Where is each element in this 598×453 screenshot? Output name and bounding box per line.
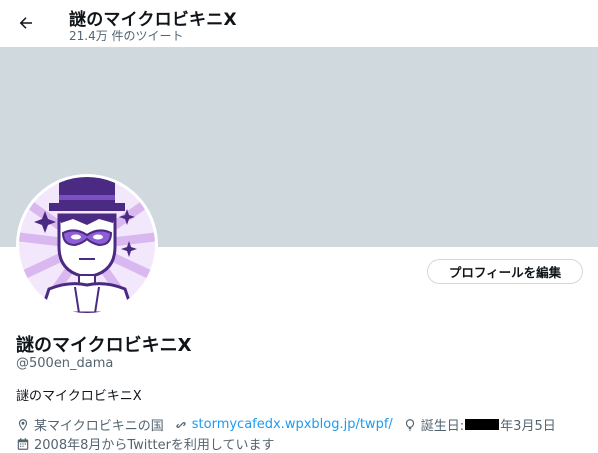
calendar-icon (17, 437, 29, 450)
joined-item: 2008年8月からTwitterを利用しています (16, 434, 275, 453)
location-text: 某マイクロビキニの国 (34, 419, 164, 434)
back-button[interactable] (12, 9, 40, 37)
link-icon (176, 421, 186, 428)
profile-meta-row: 某マイクロビキニの国 stormycafedx.wpxblog.jp/twpf/… (16, 415, 566, 434)
avatar-image (19, 177, 155, 313)
avatar[interactable] (16, 174, 158, 316)
back-arrow-icon (19, 17, 32, 29)
website-item: stormycafedx.wpxblog.jp/twpf/ (174, 417, 393, 432)
redacted-year (465, 419, 500, 430)
joined-text: 2008年8月からTwitterを利用しています (34, 438, 275, 453)
birthday-prefix: 誕生日: (420, 419, 465, 434)
display-name: 謎のマイクロビキニX (16, 335, 192, 356)
user-handle: @500en_dama (16, 356, 114, 371)
website-link[interactable]: stormycafedx.wpxblog.jp/twpf/ (192, 417, 393, 432)
birthday-suffix: 年3月5日 (500, 419, 556, 434)
profile-bio: 謎のマイクロビキニX (16, 389, 142, 404)
edit-profile-button[interactable]: プロフィールを編集 (427, 259, 583, 284)
location-icon (18, 418, 28, 431)
tweet-count: 21.4万 件のツイート (69, 29, 184, 43)
birthday-item: 誕生日: 年3月5日 (403, 415, 556, 434)
location-item: 某マイクロビキニの国 (16, 415, 164, 434)
profile-header: 謎のマイクロビキニX 21.4万 件のツイート (0, 0, 598, 47)
profile-joined-row: 2008年8月からTwitterを利用しています (16, 434, 285, 453)
balloon-icon (405, 418, 414, 431)
